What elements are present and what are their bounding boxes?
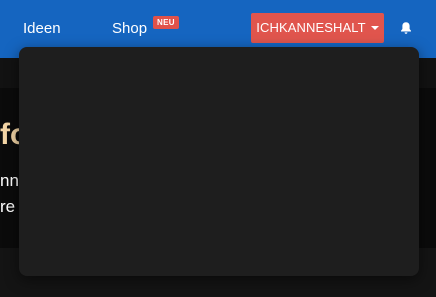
page: Ideen Shop NEU ICHKANNESHALT fo nnt re: [0, 0, 436, 297]
caret-down-icon: [370, 26, 379, 30]
user-menu-button[interactable]: ICHKANNESHALT: [251, 13, 384, 43]
hero-text-line-2: re: [0, 197, 16, 216]
bell-icon[interactable]: [398, 20, 414, 36]
shop-new-badge: NEU: [153, 16, 179, 29]
nav-link-shop[interactable]: Shop: [112, 20, 147, 38]
nav-link-ideen[interactable]: Ideen: [23, 20, 61, 38]
user-dropdown-panel[interactable]: [19, 47, 419, 276]
user-menu-label: ICHKANNESHALT: [256, 20, 366, 35]
